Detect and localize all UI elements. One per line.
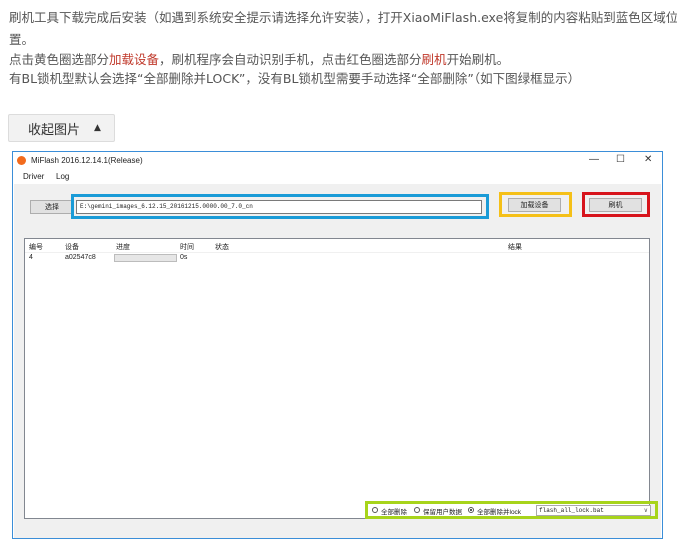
window-title: MiFlash 2016.12.14.1(Release) (31, 156, 143, 165)
column-header-progress[interactable]: 进度 (116, 242, 130, 252)
menu-bar: Driver Log (13, 171, 662, 183)
row-progress-bar (114, 254, 177, 262)
maximize-icon[interactable]: ☐ (616, 154, 625, 165)
yellow-highlight-box (499, 192, 572, 217)
select-folder-button[interactable]: 选择 (30, 200, 74, 214)
instruction-line-2: 置。 (9, 32, 35, 47)
row-id: 4 (29, 254, 33, 261)
instruction-text: 开始刷机。 (446, 52, 510, 67)
window-client-area: 选择 E:\gemini_images_6.12.15_20161215.000… (14, 184, 661, 538)
green-highlight-box (365, 501, 658, 519)
menu-log[interactable]: Log (56, 172, 69, 181)
collapse-label: 收起图片 (28, 122, 81, 138)
highlight-flash: 刷机 (421, 52, 447, 67)
blue-highlight-box (71, 194, 489, 219)
instruction-line-3: 点击黄色圈选部分加载设备，刷机程序会自动识别手机，点击红色圈选部分刷机开始刷机。 (9, 50, 509, 69)
menu-driver[interactable]: Driver (23, 172, 44, 181)
close-icon[interactable]: ✕ (644, 154, 652, 165)
minimize-icon[interactable]: — (589, 154, 599, 165)
triangle-up-icon: ▲ (94, 123, 101, 133)
instruction-text: 点击黄色圈选部分 (9, 52, 110, 67)
miflash-app-icon (17, 156, 26, 165)
instruction-line-4: 有BL锁机型默认会选择“全部删除并LOCK”，没有BL锁机型需要手动选择“全部删… (9, 71, 581, 86)
miflash-window: MiFlash 2016.12.14.1(Release) — ☐ ✕ Driv… (12, 151, 663, 539)
red-highlight-box (582, 192, 650, 217)
column-header-status[interactable]: 状态 (215, 242, 229, 252)
device-list: 编号 设备 进度 时间 状态 结果 4 a02547c8 0s (24, 238, 650, 519)
column-header-id[interactable]: 编号 (29, 242, 43, 252)
title-bar: MiFlash 2016.12.14.1(Release) — ☐ ✕ (13, 152, 662, 170)
column-header-device[interactable]: 设备 (65, 242, 79, 252)
instruction-line-1: 刷机工具下载完成后安装（如遇到系统安全提示请选择允许安装），打开XiaoMiFl… (9, 10, 677, 25)
row-time: 0s (180, 254, 188, 261)
column-header-result[interactable]: 结果 (508, 242, 522, 252)
row-device: a02547c8 (65, 254, 96, 261)
instruction-text: ，刷机程序会自动识别手机，点击红色圈选部分 (159, 52, 422, 67)
highlight-load-device: 加载设备 (109, 52, 160, 67)
column-header-time[interactable]: 时间 (180, 242, 194, 252)
collapse-images-button[interactable]: 收起图片 ▲ (8, 114, 115, 142)
